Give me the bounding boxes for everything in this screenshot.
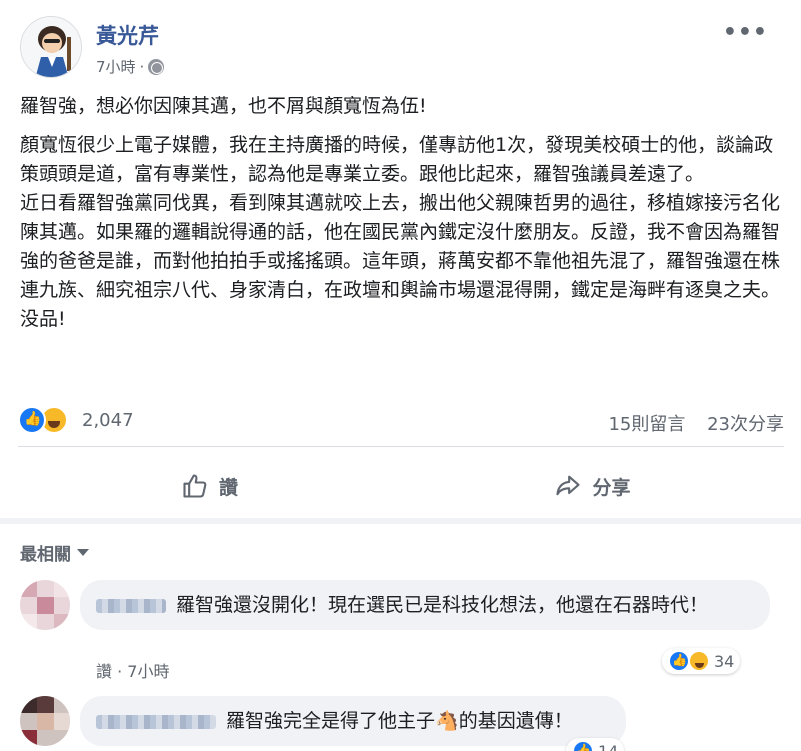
like-label: 讚 — [218, 476, 238, 499]
commenter-name-blurred[interactable] — [96, 598, 166, 613]
post-header: 黃光芹 7小時 · ••• — [20, 14, 780, 84]
comment-reactions[interactable]: 34 — [662, 648, 741, 674]
thumbs-up-icon — [183, 474, 207, 498]
meta-separator: · — [117, 662, 128, 681]
post-paragraph-1: 羅智強，想必你因陳其邁，也不屑與顏寬恆為伍! — [20, 95, 427, 117]
commenter-avatar[interactable] — [20, 580, 70, 630]
more-options-icon[interactable]: ••• — [723, 20, 768, 45]
horse-emoji-icon: 🐴 — [435, 710, 459, 732]
like-reaction-icon — [18, 406, 46, 434]
commenter-name-blurred[interactable] — [96, 714, 216, 729]
comment-sort-dropdown[interactable]: 最相關 — [20, 540, 89, 565]
comment-text: 羅智強還沒開化！現在選民已是科技化想法，他還在石器時代！ — [176, 594, 709, 616]
reaction-icons[interactable] — [18, 406, 68, 434]
author-name[interactable]: 黃光芹 — [96, 20, 159, 50]
comment-reaction-count: 14 — [598, 741, 619, 751]
comment-bubble: 羅智強還沒開化！現在選民已是科技化想法，他還在石器時代！ — [80, 580, 770, 630]
comment-count[interactable]: 15則留言 — [608, 414, 685, 435]
haha-reaction-icon — [688, 650, 710, 672]
post-paragraph-2: 顏寬恆很少上電子媒體，我在主持廣播的時候，僅專訪他1次，發現美校碩士的他，談論政… — [20, 134, 781, 330]
reactions-summary: 2,047 15則留言 23次分享 — [18, 404, 788, 438]
reaction-count[interactable]: 2,047 — [82, 410, 134, 431]
comment-time[interactable]: 7小時 — [127, 662, 169, 681]
post-card: 黃光芹 7小時 · ••• 羅智強，想必你因陳其邁，也不屑與顏寬恆為伍! 顏寬恆… — [0, 0, 801, 520]
comment-actions: 讚 · 7小時 — [96, 658, 169, 682]
globe-icon — [148, 58, 165, 75]
comment-text-part2: 的基因遺傳！ — [458, 710, 573, 732]
comment-reaction-count: 34 — [714, 651, 735, 671]
post-actions: 讚 分享 — [18, 464, 784, 508]
post-body: 羅智強，想必你因陳其邁，也不屑與顏寬恆為伍! 顏寬恆很少上電子媒體，我在主持廣播… — [20, 92, 790, 344]
comment-item: 羅智強完全是得了他主子🐴的基因遺傳！ 14 — [20, 696, 780, 751]
comment-item: 羅智強還沒開化！現在選民已是科技化想法，他還在石器時代！ 讚 · 7小時 34 — [20, 580, 780, 682]
comment-reactions[interactable]: 14 — [566, 738, 625, 751]
divider — [18, 446, 784, 447]
comments-section: 最相關 羅智強還沒開化！現在選民已是科技化想法，他還在石器時代！ 讚 · 7小時 — [0, 524, 801, 751]
comment-like-link[interactable]: 讚 — [96, 662, 112, 681]
post-time[interactable]: 7小時 — [96, 56, 136, 77]
comment-bubble: 羅智強完全是得了他主子🐴的基因遺傳！ — [80, 696, 626, 746]
comment-text-part1: 羅智強完全是得了他主子 — [226, 710, 436, 732]
post-meta: 7小時 · — [96, 56, 165, 77]
share-arrow-icon — [556, 475, 581, 496]
commenter-avatar[interactable] — [20, 696, 70, 746]
share-count[interactable]: 23次分享 — [707, 414, 784, 435]
author-avatar[interactable] — [20, 16, 82, 78]
chevron-down-icon — [77, 549, 89, 556]
like-button[interactable]: 讚 — [18, 464, 401, 508]
meta-separator: · — [139, 57, 145, 76]
like-reaction-icon — [572, 740, 594, 751]
share-button[interactable]: 分享 — [401, 464, 784, 508]
sort-label: 最相關 — [20, 545, 71, 565]
post-stats: 15則留言 23次分享 — [592, 410, 784, 436]
share-label: 分享 — [592, 476, 631, 499]
like-reaction-icon — [668, 650, 690, 672]
